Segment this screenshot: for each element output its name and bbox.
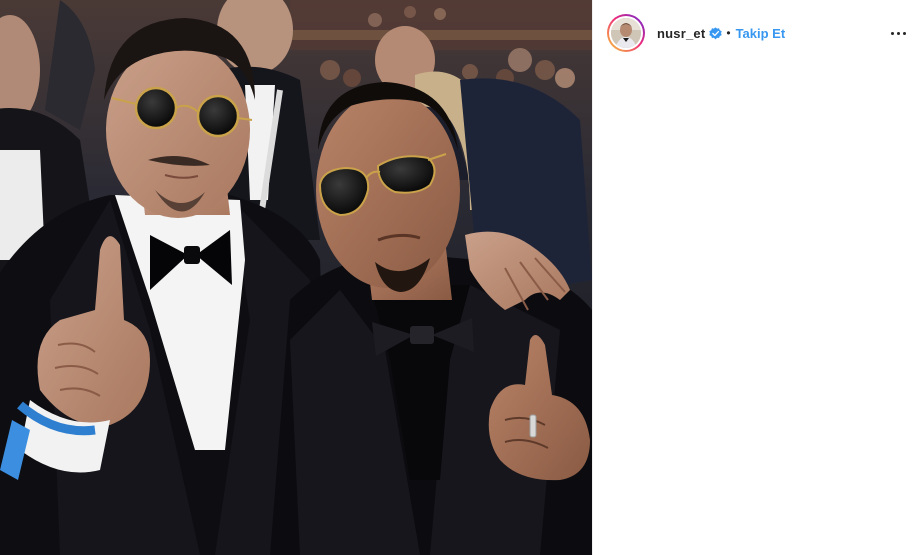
post-photo[interactable]	[0, 0, 592, 555]
instagram-post: nusr_et • Takip Et	[0, 0, 924, 555]
avatar-image	[611, 18, 641, 48]
more-dot-3	[902, 31, 906, 35]
post-header: nusr_et • Takip Et	[607, 13, 910, 53]
follow-button[interactable]: Takip Et	[736, 26, 786, 41]
avatar-inner	[609, 16, 643, 50]
avatar[interactable]	[607, 14, 645, 52]
more-options-icon[interactable]	[886, 21, 910, 45]
username-link[interactable]: nusr_et	[657, 26, 705, 41]
post-sidebar: nusr_et • Takip Et	[592, 0, 924, 555]
more-dot-2	[896, 31, 900, 35]
separator-dot: •	[726, 26, 731, 40]
verified-badge-icon	[709, 26, 723, 40]
more-dot-1	[890, 31, 894, 35]
avatar-photo-icon	[611, 18, 641, 48]
photo-illustration	[0, 0, 592, 555]
